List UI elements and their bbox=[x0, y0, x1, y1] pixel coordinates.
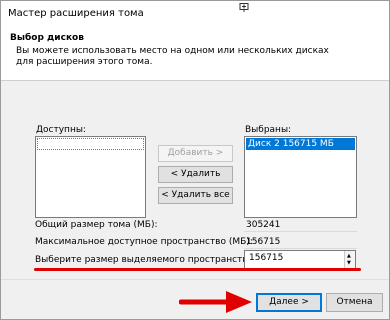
size-spinner[interactable]: 156715 ▲ ▼ bbox=[244, 250, 356, 269]
red-underline-annotation bbox=[34, 268, 361, 271]
spin-up-icon[interactable]: ▲ bbox=[347, 253, 351, 259]
available-list[interactable] bbox=[35, 136, 146, 218]
focus-outline bbox=[37, 138, 144, 150]
wizard-window: Мастер расширения тома Выбор дисков Вы м… bbox=[0, 0, 390, 320]
remove-button[interactable]: < Удалить bbox=[158, 166, 233, 183]
add-button[interactable]: Добавить > bbox=[158, 145, 233, 162]
total-size-value: 305241 bbox=[244, 218, 357, 232]
selected-list[interactable]: Диск 2 156715 МБ bbox=[244, 136, 357, 218]
page-title: Выбор дисков bbox=[10, 33, 84, 43]
total-size-label: Общий размер тома (МБ): bbox=[35, 220, 158, 230]
title-bar: Мастер расширения тома bbox=[1, 1, 389, 29]
red-arrow-icon bbox=[179, 291, 252, 313]
page-description: Вы можете использовать место на одном ил… bbox=[16, 46, 329, 67]
size-spinner-value[interactable]: 156715 bbox=[249, 253, 283, 263]
next-button[interactable]: Далее > bbox=[256, 293, 322, 312]
spin-down-icon[interactable]: ▼ bbox=[347, 260, 351, 266]
wizard-header: Выбор дисков Вы можете использовать мест… bbox=[1, 29, 389, 81]
pin-icon bbox=[239, 3, 249, 12]
window-title: Мастер расширения тома bbox=[8, 8, 144, 19]
cancel-button[interactable]: Отмена bbox=[326, 293, 383, 312]
remove-all-button[interactable]: < Удалить все bbox=[158, 187, 233, 204]
max-space-value: 156715 bbox=[244, 235, 357, 249]
list-item-disk-2[interactable]: Диск 2 156715 МБ bbox=[246, 138, 355, 150]
available-label: Доступны: bbox=[36, 125, 86, 135]
selected-label: Выбраны: bbox=[245, 125, 292, 135]
max-space-label: Максимальное доступное пространство (МБ)… bbox=[35, 237, 253, 247]
spinner-arrows[interactable]: ▲ ▼ bbox=[344, 251, 355, 268]
